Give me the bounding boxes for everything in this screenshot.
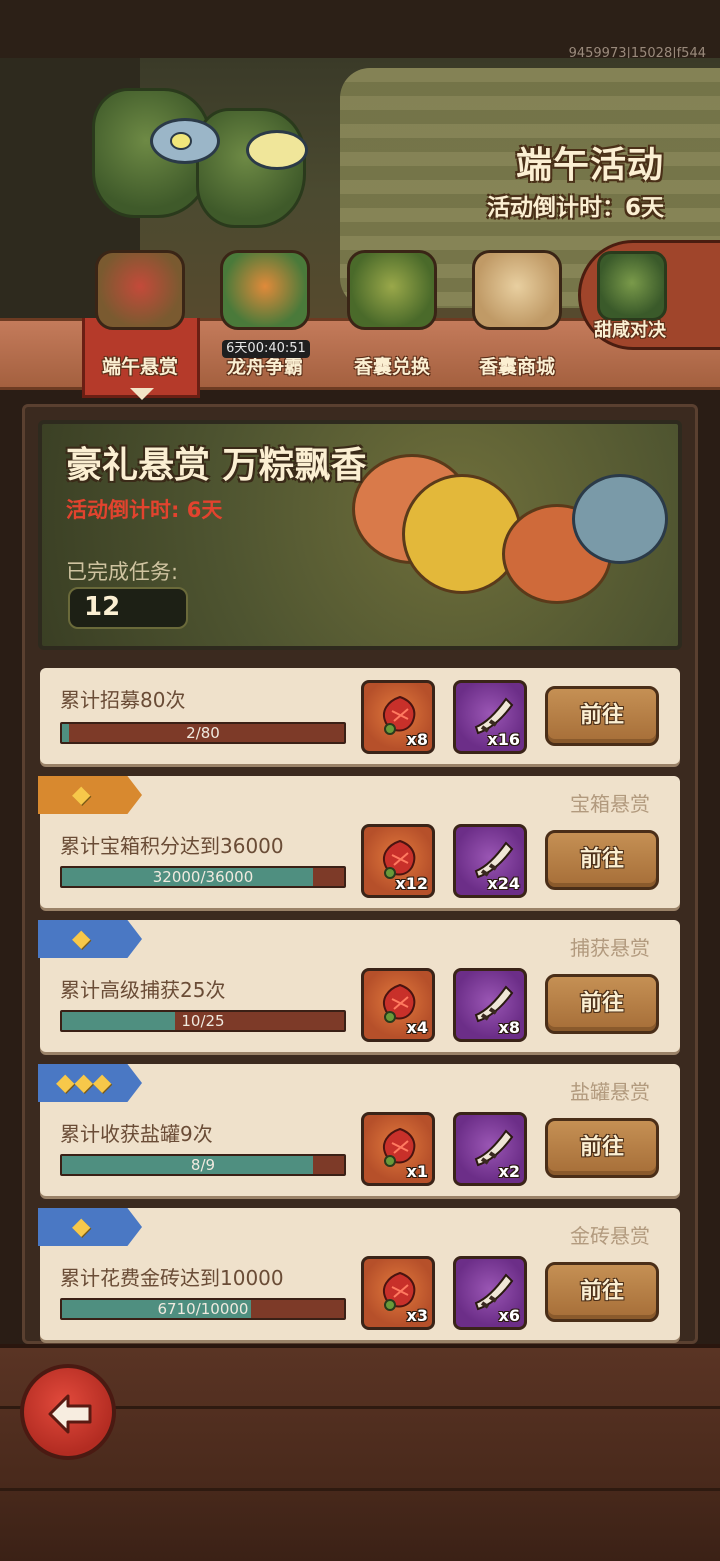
go-button[interactable]: 前往 [545,974,659,1034]
go-button[interactable]: 前往 [545,1118,659,1178]
reward-quantity: x12 [395,874,428,893]
tab-label: 端午悬赏 [101,356,178,378]
task-progress-bar: 6710/10000 [60,1298,346,1320]
task-name: 累计招募80次 [60,688,186,712]
go-button[interactable]: 前往 [545,686,659,746]
reward-quantity: x3 [406,1306,428,1325]
dragon-boat-icon [220,250,310,330]
reward-quantity: x1 [406,1162,428,1181]
task-category-label: 金砖悬赏 [570,1224,650,1248]
completed-tasks-count: 12 [84,592,121,622]
tab-label: 香囊商城 [478,356,555,378]
task-progress-bar: 10/25 [60,1010,346,1032]
tab-timer-badge: 6天00:40:51 [222,340,310,358]
horn-reward-item[interactable]: x8 [453,968,527,1042]
zongzi-duel-icon [597,251,667,321]
task-name: 累计宝箱积分达到36000 [60,834,284,858]
task-progress-bar: 8/9 [60,1154,346,1176]
task-category-label: 捕获悬赏 [570,936,650,960]
horn-reward-item[interactable]: x24 [453,824,527,898]
fish-illustration [572,474,668,564]
back-arrow-icon [48,1394,92,1434]
sachet-shop-icon [472,250,562,330]
back-button[interactable] [20,1364,116,1460]
task-progress-text: 8/9 [190,1156,216,1174]
zongzi-basket-icon [95,250,185,330]
task-progress-text: 10/25 [181,1012,225,1030]
horn-reward-item[interactable]: x6 [453,1256,527,1330]
zongzi-reward-item[interactable]: x1 [361,1112,435,1186]
reward-quantity: x24 [487,874,520,893]
go-button[interactable]: 前往 [545,1262,659,1322]
horn-reward-item[interactable]: x2 [453,1112,527,1186]
zongzi-reward-item[interactable]: x3 [361,1256,435,1330]
task-progress-text: 2/80 [186,724,220,742]
task-progress-bar: 2/80 [60,722,346,744]
go-button[interactable]: 前往 [545,830,659,890]
banner-title: 豪礼悬赏 万粽飘香 [66,445,367,486]
task-name: 累计花费金砖达到10000 [60,1266,284,1290]
task-category-label: 宝箱悬赏 [570,792,650,816]
golden-fish-sachet-decoration [402,474,522,594]
completed-tasks-label: 已完成任务: [66,560,179,584]
reward-quantity: x8 [498,1018,520,1037]
difficulty-star-icon: ◆ [72,924,91,952]
reward-quantity: x16 [487,730,520,749]
task-progress-text: 32000/36000 [152,868,254,886]
event-title: 端午活动 [515,145,664,186]
task-progress-text: 6710/10000 [157,1300,249,1318]
sachet-exchange-icon [347,250,437,330]
difficulty-star-icon: ◆◆◆ [56,1068,112,1096]
tab-label: 香囊兑换 [353,356,430,378]
zongzi-reward-item[interactable]: x8 [361,680,435,754]
fish-illustration [246,130,308,170]
horn-reward-item[interactable]: x16 [453,680,527,754]
event-countdown: 活动倒计时：6天 [486,195,664,221]
bottom-floor [0,1344,720,1561]
banner-countdown: 活动倒计时: 6天 [66,498,223,522]
difficulty-star-icon: ◆ [72,780,91,808]
zongzi-reward-item[interactable]: x12 [361,824,435,898]
zongzi-reward-item[interactable]: x4 [361,968,435,1042]
task-progress-bar: 32000/36000 [60,866,346,888]
side-tab-label: 甜咸对决 [594,320,666,341]
reward-quantity: x2 [498,1162,520,1181]
floor-plank-line [0,1488,720,1491]
difficulty-star-icon: ◆ [72,1212,91,1240]
reward-quantity: x6 [498,1306,520,1325]
reward-quantity: x8 [406,730,428,749]
active-tab-arrow-icon [130,388,154,400]
task-category-label: 盐罐悬赏 [570,1080,650,1104]
task-name: 累计收获盐罐9次 [60,1122,213,1146]
reward-quantity: x4 [406,1018,428,1037]
task-name: 累计高级捕获25次 [60,978,226,1002]
fish-eye-decoration [170,132,192,150]
